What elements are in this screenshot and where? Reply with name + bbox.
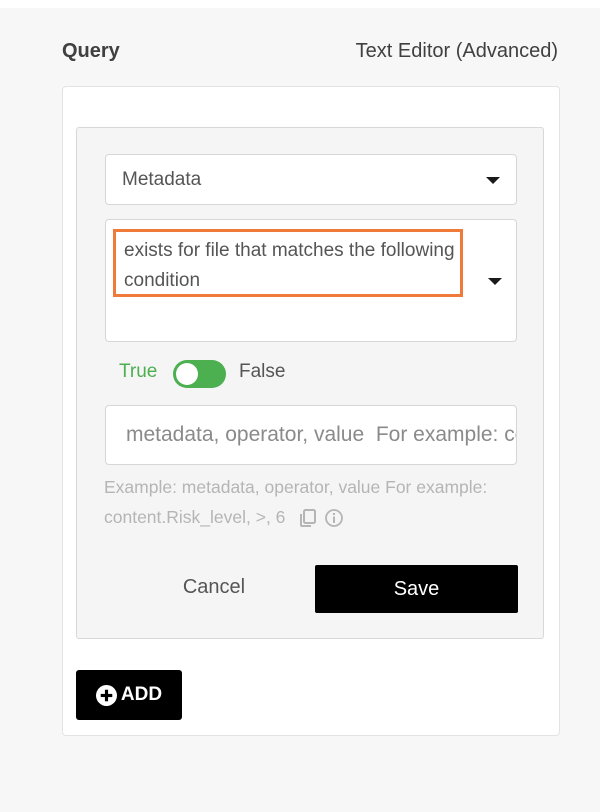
metadata-value-input[interactable] [106, 406, 516, 464]
true-false-toggle[interactable] [173, 360, 226, 388]
chevron-down-icon [486, 177, 500, 184]
query-title: Query [62, 40, 120, 62]
metadata-field-select-value: Metadata [122, 169, 202, 190]
copy-icon[interactable] [298, 508, 318, 528]
top-strip [0, 0, 600, 8]
query-header: Query Text Editor (Advanced) [62, 40, 562, 68]
query-builder-panel: Metadata exists for file that matches th… [62, 86, 560, 736]
toggle-knob [176, 363, 198, 385]
toggle-true-label: True [119, 361, 158, 382]
helper-icons [290, 508, 350, 528]
add-button-label: ADD [120, 684, 163, 705]
add-button[interactable]: ADD [76, 670, 182, 720]
operator-select-value: exists for file that matches the followi… [124, 240, 455, 291]
chevron-down-icon [488, 278, 502, 285]
metadata-field-select[interactable]: Metadata [105, 154, 517, 205]
cancel-button[interactable]: Cancel [179, 576, 249, 600]
operator-select[interactable]: exists for file that matches the followi… [105, 219, 517, 342]
value-input-wrapper [105, 405, 517, 465]
condition-card: Metadata exists for file that matches th… [76, 127, 544, 639]
helper-text-block: Example: metadata, operator, value For e… [104, 472, 534, 532]
plus-circle-icon [95, 684, 117, 706]
info-icon[interactable] [324, 508, 344, 528]
true-false-toggle-row: True False [119, 360, 369, 390]
toggle-false-label: False [239, 361, 286, 382]
highlight-box: exists for file that matches the followi… [113, 229, 463, 297]
text-editor-advanced-link[interactable]: Text Editor (Advanced) [356, 40, 558, 63]
save-button[interactable]: Save [315, 565, 518, 613]
